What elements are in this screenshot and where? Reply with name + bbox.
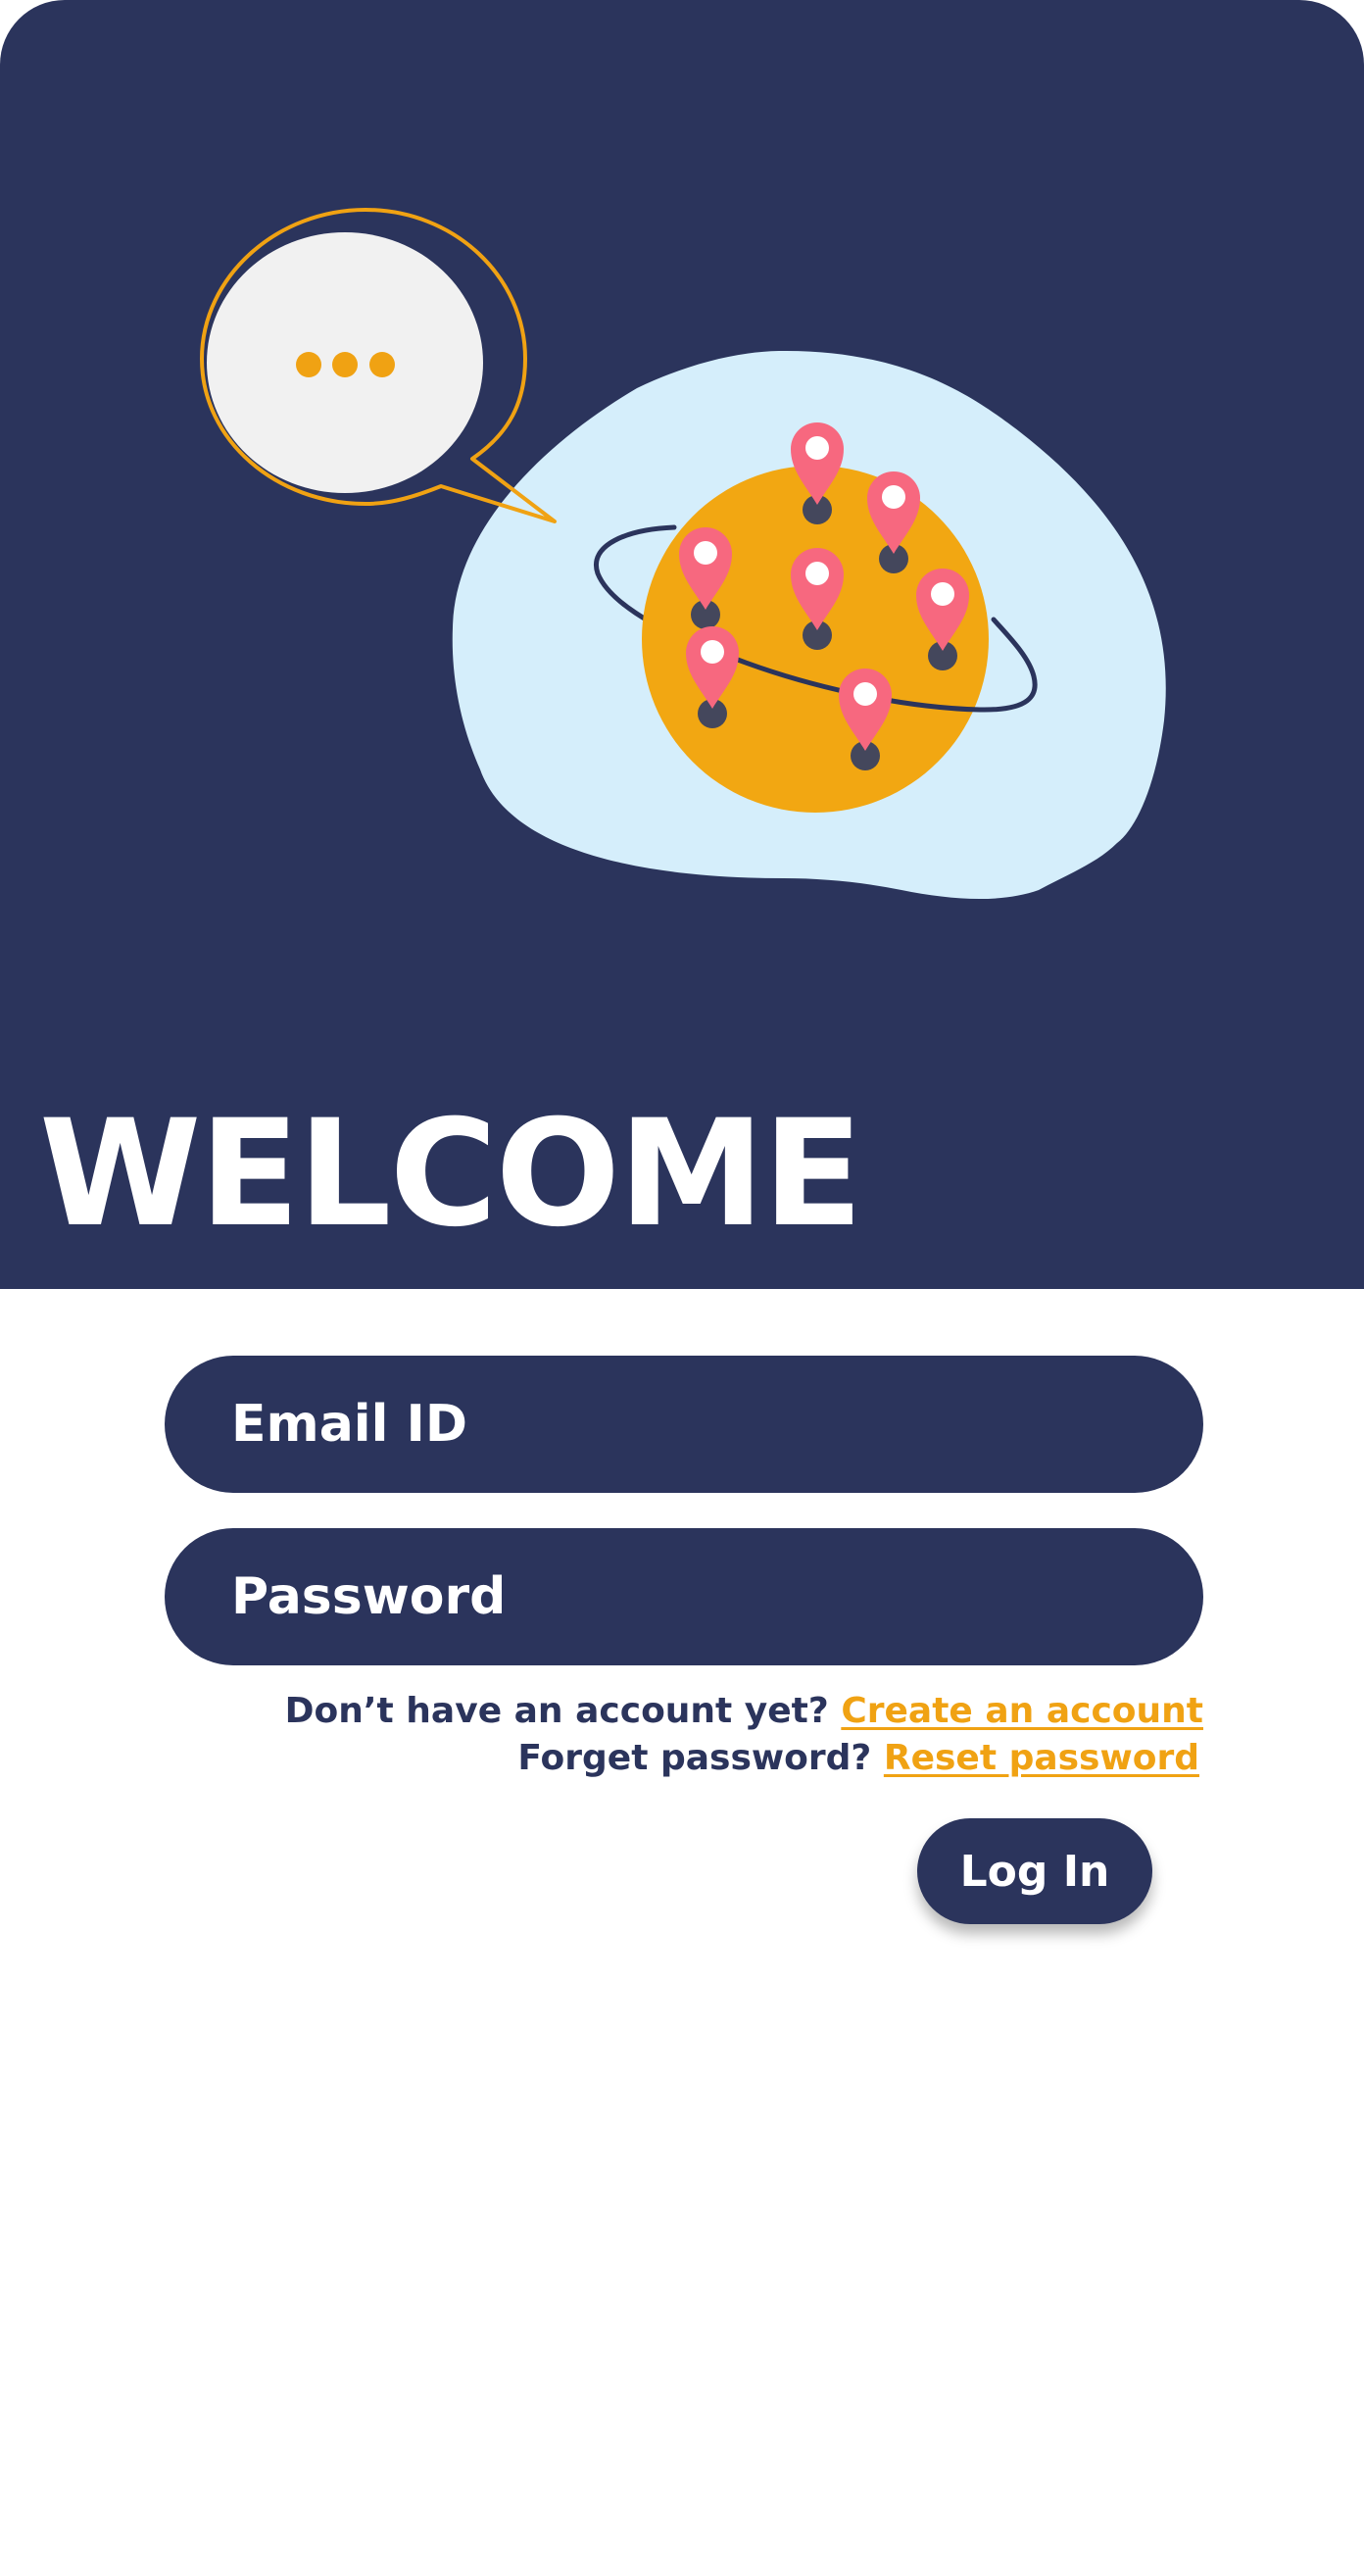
login-button[interactable]: Log In [917, 1818, 1152, 1924]
email-input[interactable] [165, 1356, 1203, 1493]
reset-password-link[interactable]: Reset password [884, 1738, 1199, 1778]
hero-illustration [200, 208, 1166, 900]
forgot-password-prompt: Forget password? [517, 1738, 872, 1778]
email-field[interactable] [165, 1356, 1203, 1493]
speech-bubble-icon [200, 208, 557, 523]
page-title: WELCOME [39, 1089, 863, 1260]
welcome-header: WELCOME [0, 0, 1364, 1289]
typing-dots-icon [296, 352, 395, 377]
signup-prompt: Don’t have an account yet? [284, 1691, 829, 1731]
password-field[interactable] [165, 1528, 1203, 1665]
create-account-link[interactable]: Create an account [841, 1691, 1203, 1731]
password-input[interactable] [165, 1528, 1203, 1665]
signup-row: Don’t have an account yet? Create an acc… [285, 1688, 1203, 1735]
forgot-password-row: Forget password? Reset password [517, 1735, 1199, 1782]
